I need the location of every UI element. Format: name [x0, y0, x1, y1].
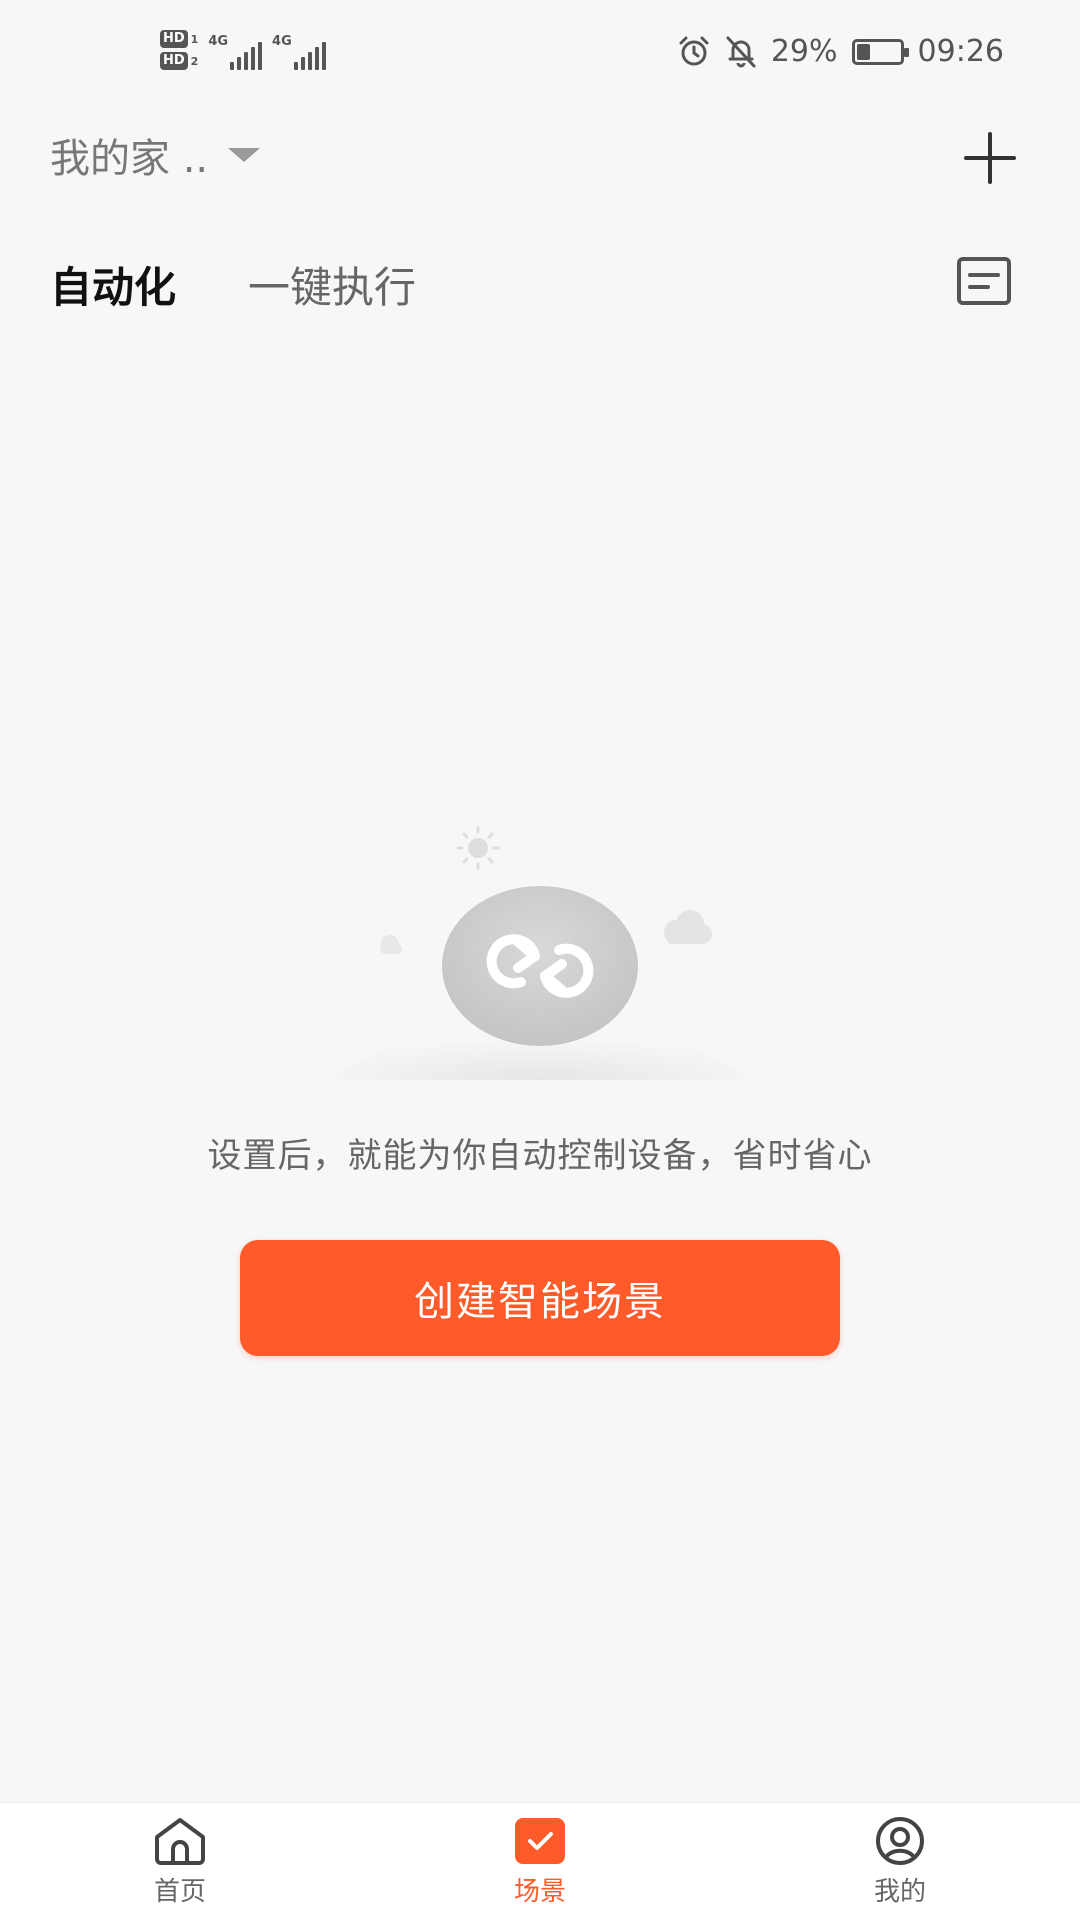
battery-icon — [851, 38, 909, 65]
signal-sim1: 4G — [208, 30, 263, 70]
tab-automation[interactable]: 自动化 — [50, 254, 176, 315]
caret-down-icon — [228, 148, 261, 162]
orb — [442, 886, 638, 1046]
mute-icon — [726, 36, 756, 67]
scene-screen: HD 1 HD 2 4G 4G 29% 09:26 我的家 .. 自动化 一键执… — [0, 0, 1080, 1920]
hd-sim-number: 2 — [190, 54, 199, 68]
hd-label: HD — [160, 52, 188, 70]
home-selector[interactable]: 我的家 .. — [50, 126, 261, 184]
tab-one-tap[interactable]: 一键执行 — [248, 254, 416, 315]
scene-tabs: 自动化 一键执行 — [50, 254, 416, 315]
nav-label: 我的 — [873, 1877, 926, 1907]
scene-check-icon — [515, 1818, 565, 1864]
alarm-icon — [679, 36, 709, 65]
cloud-icon — [664, 910, 712, 944]
user-profile-icon — [876, 1817, 924, 1865]
create-smart-scene-button[interactable]: 创建智能场景 — [240, 1240, 840, 1356]
nav-label: 场景 — [513, 1877, 566, 1907]
hd-badges: HD 1 HD 2 — [160, 30, 198, 70]
battery-percent: 29% — [770, 34, 838, 69]
bottom-nav: 首页 场景 我的 — [0, 1802, 1080, 1920]
clock: 09:26 — [917, 34, 1004, 69]
signal-indicators: HD 1 HD 2 4G 4G — [160, 30, 326, 70]
hd-sim-number: 1 — [190, 32, 199, 46]
nav-home[interactable]: 首页 — [80, 1815, 280, 1908]
hd-badge-1: HD 1 — [160, 30, 198, 48]
add-scene-button[interactable] — [960, 128, 1020, 188]
battery-fill — [856, 43, 870, 60]
signal-bars-icon — [293, 40, 326, 70]
home-name: 我的家 .. — [50, 136, 209, 182]
plus-icon — [964, 132, 1016, 184]
nav-label: 首页 — [153, 1877, 206, 1907]
small-cloud-icon — [380, 935, 402, 954]
sun-icon — [456, 826, 500, 870]
status-bar: HD 1 HD 2 4G 4G 29% 09:26 — [0, 0, 1080, 110]
empty-state-illustration — [330, 826, 750, 1080]
signal-sim2: 4G — [272, 30, 326, 70]
nav-scene[interactable]: 场景 — [440, 1815, 640, 1908]
system-indicators: 29% 09:26 — [677, 34, 1004, 69]
network-type: 4G — [208, 34, 229, 49]
hd-label: HD — [160, 30, 188, 48]
home-icon — [155, 1818, 205, 1865]
hd-badge-2: HD 2 — [160, 52, 198, 70]
log-icon[interactable] — [956, 256, 1012, 306]
network-type: 4G — [272, 34, 292, 49]
nav-profile[interactable]: 我的 — [800, 1815, 1000, 1908]
signal-bars-icon — [230, 40, 263, 70]
empty-state-message: 设置后，就能为你自动控制设备，省时省心 — [207, 1136, 873, 1176]
